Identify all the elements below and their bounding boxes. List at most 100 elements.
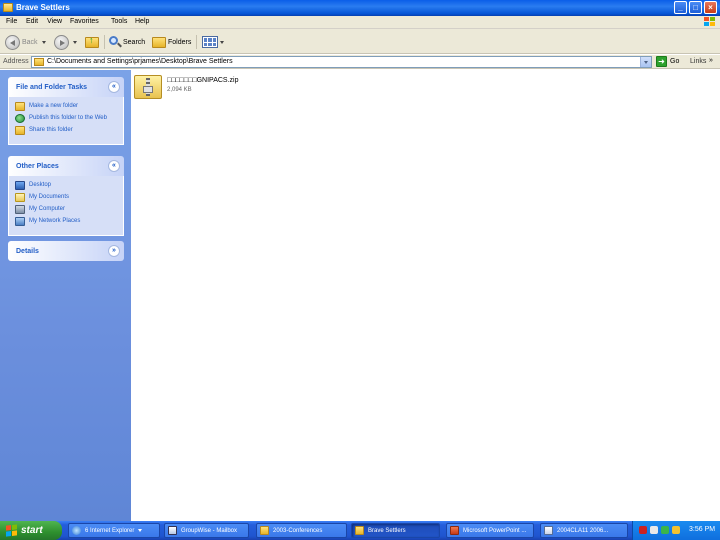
address-path: C:\Documents and Settings\prjames\Deskto…: [47, 58, 233, 65]
computer-icon: [15, 205, 25, 214]
links-label[interactable]: Links: [690, 58, 706, 65]
go-button[interactable]: ➜ Go: [656, 56, 679, 67]
taskbar-button-powerpoint[interactable]: Microsoft PowerPoint ...: [446, 523, 534, 538]
address-dropdown-button[interactable]: [640, 57, 651, 67]
folder-icon: [15, 102, 25, 111]
close-button[interactable]: ×: [704, 1, 717, 14]
views-button[interactable]: [202, 34, 224, 50]
tray-mail-icon[interactable]: [650, 526, 658, 534]
folder-icon: [34, 58, 44, 66]
ie-icon: [72, 526, 81, 535]
place-my-documents[interactable]: My Documents: [15, 193, 117, 202]
chevron-down-icon: [73, 40, 77, 44]
folders-button[interactable]: Folders: [152, 34, 191, 50]
taskbar-label: GroupWise - Mailbox: [181, 527, 238, 534]
folder-icon: [3, 3, 13, 12]
system-tray: 3:56 PM: [632, 521, 720, 540]
folders-label: Folders: [168, 38, 192, 46]
share-folder-icon: [15, 126, 25, 135]
chevron-down-icon: [220, 40, 224, 44]
menu-favorites[interactable]: Favorites: [70, 18, 99, 25]
tray-alert-icon[interactable]: [639, 526, 647, 534]
address-label: Address: [3, 58, 29, 65]
toolbar-divider: [196, 35, 197, 49]
documents-icon: [15, 193, 25, 202]
taskbar-button-groupwise[interactable]: GroupWise - Mailbox: [164, 523, 249, 538]
expand-chevron-icon[interactable]: »: [108, 245, 120, 257]
panel-header[interactable]: Details »: [8, 241, 124, 261]
desktop-icon: [15, 181, 25, 190]
chevron-down-icon: [138, 529, 143, 532]
groupwise-icon: [168, 526, 177, 535]
file-list-area[interactable]: □□□□□□□GNIPACS.zip 2,094 KB: [131, 70, 720, 521]
taskbar-button-internet-explorer[interactable]: 6 Internet Explorer: [68, 523, 160, 538]
taskbar-button-2003-conferences[interactable]: 2003-Conferences: [256, 523, 347, 538]
windows-flag-icon: [6, 524, 17, 537]
collapse-chevron-icon[interactable]: «: [108, 81, 120, 93]
menu-view[interactable]: View: [47, 18, 62, 25]
network-icon: [15, 217, 25, 226]
taskbar-label: 2003-Conferences: [273, 527, 323, 534]
place-my-computer[interactable]: My Computer: [15, 205, 117, 214]
taskbar-button-brave-settlers[interactable]: Brave Settlers: [351, 523, 440, 538]
file-size: 2,094 KB: [167, 87, 192, 93]
toolbar: Back Search Folders: [0, 29, 720, 54]
search-label: Search: [123, 38, 146, 46]
details-panel: Details »: [8, 241, 124, 261]
clock[interactable]: 3:56 PM: [689, 526, 715, 533]
powerpoint-icon: [450, 526, 459, 535]
menu-help[interactable]: Help: [135, 18, 149, 25]
back-arrow-icon: [5, 34, 20, 50]
panel-header[interactable]: File and Folder Tasks «: [8, 77, 124, 97]
file-folder-tasks-panel: File and Folder Tasks « Make a new folde…: [8, 77, 124, 145]
collapse-chevron-icon[interactable]: «: [108, 160, 120, 172]
start-label: start: [21, 525, 43, 536]
other-places-panel: Other Places « Desktop My Documents My C…: [8, 156, 124, 236]
up-folder-button[interactable]: [85, 34, 99, 50]
folder-icon: [355, 526, 364, 535]
back-button[interactable]: Back: [5, 34, 46, 50]
file-name: □□□□□□□GNIPACS.zip: [167, 77, 239, 84]
address-bar: Address C:\Documents and Settings\prjame…: [0, 55, 720, 69]
menu-file[interactable]: File: [6, 18, 17, 25]
taskbar: start 6 Internet Explorer GroupWise - Ma…: [0, 521, 720, 540]
panel-title: Other Places: [16, 163, 59, 170]
maximize-button[interactable]: □: [689, 1, 702, 14]
place-label: My Computer: [29, 206, 66, 212]
back-label: Back: [22, 38, 38, 46]
task-label: Make a new folder: [29, 103, 79, 109]
task-publish-to-web[interactable]: Publish this folder to the Web: [15, 114, 117, 123]
menu-tools[interactable]: Tools: [111, 18, 127, 25]
task-label: Share this folder: [29, 127, 73, 133]
folders-icon: [152, 36, 166, 48]
panel-title: File and Folder Tasks: [16, 84, 88, 91]
forward-button[interactable]: [54, 34, 77, 50]
start-button[interactable]: start: [0, 521, 62, 540]
minimize-button[interactable]: _: [674, 1, 687, 14]
taskbar-button-document[interactable]: 2004CLA11 2006...: [540, 523, 628, 538]
tray-network-icon[interactable]: [661, 526, 669, 534]
links-chevron-icon[interactable]: »: [709, 57, 713, 64]
window-title: Brave Settlers: [16, 3, 70, 12]
menu-edit[interactable]: Edit: [26, 18, 38, 25]
task-share-folder[interactable]: Share this folder: [15, 126, 117, 135]
search-icon: [109, 36, 122, 48]
go-arrow-icon: ➜: [656, 56, 667, 67]
toolbar-divider: [104, 35, 105, 49]
windows-logo-icon: [704, 17, 716, 28]
task-label: Publish this folder to the Web: [29, 115, 107, 121]
search-button[interactable]: Search: [109, 34, 145, 50]
tray-volume-icon[interactable]: [672, 526, 680, 534]
zip-folder-icon: [134, 75, 162, 99]
taskbar-label: 2004CLA11 2006...: [557, 527, 609, 534]
file-item[interactable]: □□□□□□□GNIPACS.zip 2,094 KB: [134, 75, 254, 101]
panel-header[interactable]: Other Places «: [8, 156, 124, 176]
chevron-down-icon: [41, 40, 46, 44]
taskbar-label: Brave Settlers: [368, 527, 406, 534]
place-my-network-places[interactable]: My Network Places: [15, 217, 117, 226]
task-make-new-folder[interactable]: Make a new folder: [15, 102, 117, 111]
title-bar[interactable]: Brave Settlers _ □ ×: [0, 0, 720, 16]
address-input[interactable]: C:\Documents and Settings\prjames\Deskto…: [31, 56, 652, 68]
forward-arrow-icon: [54, 34, 69, 50]
place-desktop[interactable]: Desktop: [15, 181, 117, 190]
